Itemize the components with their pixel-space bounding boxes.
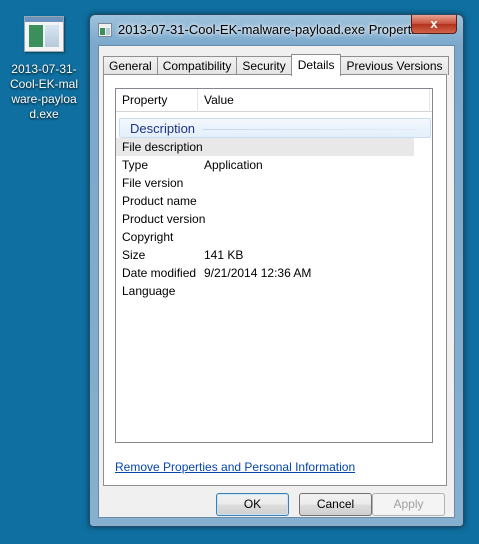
property-name: Product version	[122, 212, 206, 226]
window-app-icon	[98, 23, 112, 37]
property-value: 141 KB	[204, 248, 244, 262]
dialog-body: General Compatibility Security Details P…	[98, 45, 455, 518]
details-list[interactable]: Property Value Description File descript…	[115, 88, 433, 443]
column-header-value[interactable]: Value	[198, 89, 430, 112]
group-divider	[202, 129, 422, 130]
table-row[interactable]: Type Application	[116, 156, 432, 174]
property-value: Application	[204, 158, 263, 172]
cancel-button[interactable]: Cancel	[299, 493, 372, 516]
property-name: Product name	[122, 194, 197, 208]
property-value: 9/21/2014 12:36 AM	[204, 266, 312, 280]
remove-properties-link[interactable]: Remove Properties and Personal Informati…	[115, 460, 355, 474]
property-name: Date modified	[122, 266, 197, 280]
details-panel: Property Value Description File descript…	[103, 74, 447, 486]
table-row[interactable]: Product name	[116, 192, 432, 210]
list-header: Property Value	[116, 89, 432, 112]
desktop-icon-label: 2013-07-31-Cool-EK-malware-payload.exe	[10, 62, 79, 121]
column-header-spacer	[430, 89, 432, 112]
table-row[interactable]: Copyright	[116, 228, 432, 246]
table-row[interactable]: File version	[116, 174, 432, 192]
tab-security[interactable]: Security	[236, 56, 292, 75]
tab-compatibility[interactable]: Compatibility	[156, 56, 238, 75]
property-name: Copyright	[122, 230, 174, 244]
property-name: Language	[122, 284, 176, 298]
properties-window: 2013-07-31-Cool-EK-malware-payload.exe P…	[89, 14, 464, 527]
tab-details[interactable]: Details	[290, 54, 342, 76]
exe-file-icon	[22, 14, 66, 54]
table-row[interactable]: Product version	[116, 210, 432, 228]
property-name: File description	[122, 140, 203, 154]
property-name: File version	[122, 176, 184, 190]
table-row[interactable]: Date modified 9/21/2014 12:36 AM	[116, 264, 432, 282]
close-button[interactable]: x	[411, 15, 457, 34]
column-header-property[interactable]: Property	[116, 89, 198, 112]
window-title: 2013-07-31-Cool-EK-malware-payload.exe P…	[118, 22, 428, 37]
property-rows: File description Type Application File v…	[116, 138, 432, 300]
tab-general[interactable]: General	[103, 56, 158, 75]
table-row[interactable]: Language	[116, 282, 432, 300]
property-name: Size	[122, 248, 146, 262]
table-row[interactable]: File description	[116, 138, 414, 156]
title-bar[interactable]: 2013-07-31-Cool-EK-malware-payload.exe P…	[90, 15, 463, 45]
desktop-file-icon[interactable]: 2013-07-31-Cool-EK-malware-payload.exe	[4, 14, 84, 122]
ok-button[interactable]: OK	[216, 493, 289, 516]
apply-button[interactable]: Apply	[372, 493, 445, 516]
table-row[interactable]: Size 141 KB	[116, 246, 432, 264]
group-header-description[interactable]: Description	[119, 118, 431, 138]
group-title: Description	[130, 121, 196, 136]
tab-strip: General Compatibility Security Details P…	[103, 53, 449, 76]
property-name: Type	[122, 158, 149, 172]
tab-previous-versions[interactable]: Previous Versions	[340, 56, 449, 75]
